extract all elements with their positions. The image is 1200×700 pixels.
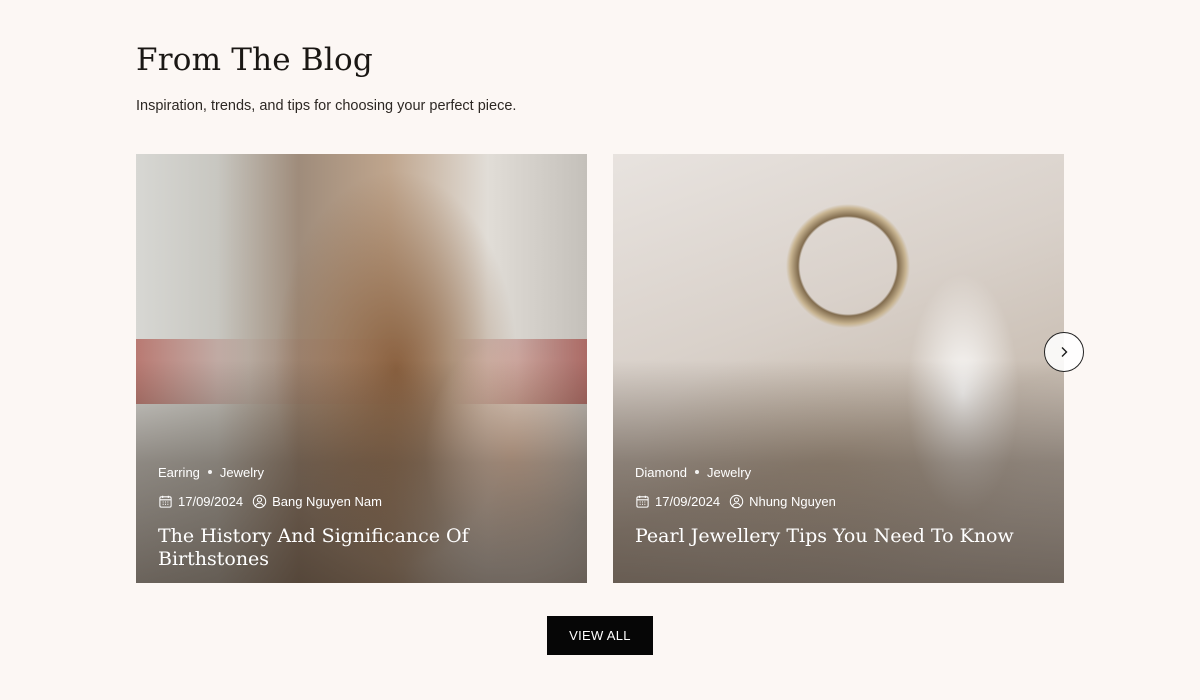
- blog-author: Nhung Nguyen: [729, 494, 836, 509]
- blog-card-title[interactable]: The History And Significance Of Birthsto…: [158, 525, 565, 571]
- blog-author: Bang Nguyen Nam: [252, 494, 382, 509]
- blog-date-text: 17/09/2024: [178, 493, 244, 509]
- section-title: From The Blog: [136, 42, 373, 78]
- blog-card-meta: 17/09/2024 Bang Nguyen Nam: [158, 492, 565, 510]
- blog-date: 17/09/2024: [158, 494, 243, 509]
- blog-tag[interactable]: Jewelry: [707, 465, 751, 480]
- tag-separator-dot: [695, 470, 700, 474]
- blog-card[interactable]: Earring Jewelry 17/09/2024 Bang Nguyen N…: [136, 154, 587, 583]
- tag-separator-dot: [207, 470, 212, 474]
- user-icon: [729, 494, 744, 509]
- blog-section: From The Blog Inspiration, trends, and t…: [0, 0, 1200, 700]
- blog-date: 17/09/2024: [635, 494, 720, 509]
- user-icon: [252, 494, 267, 509]
- carousel-next-button[interactable]: [1044, 332, 1084, 372]
- blog-author-name[interactable]: Bang Nguyen Nam: [272, 494, 382, 509]
- blog-date-text: 17/09/2024: [655, 493, 721, 509]
- blog-card-content: Earring Jewelry 17/09/2024 Bang Nguyen N…: [158, 464, 565, 571]
- blog-tag[interactable]: Diamond: [635, 465, 687, 480]
- chevron-right-icon: [1057, 345, 1071, 359]
- blog-tag[interactable]: Earring: [158, 465, 200, 480]
- blog-card-meta: 17/09/2024 Nhung Nguyen: [635, 492, 1042, 510]
- blog-card-title[interactable]: Pearl Jewellery Tips You Need To Know: [635, 525, 1042, 548]
- blog-tag[interactable]: Jewelry: [220, 465, 264, 480]
- blog-card-tags: Diamond Jewelry: [635, 464, 1042, 480]
- view-all-button[interactable]: VIEW ALL: [547, 616, 653, 655]
- blog-card[interactable]: Diamond Jewelry 17/09/2024 Nhung Nguyen …: [613, 154, 1064, 583]
- calendar-icon: [158, 494, 173, 509]
- blog-card-tags: Earring Jewelry: [158, 464, 565, 480]
- calendar-icon: [635, 494, 650, 509]
- section-subtitle: Inspiration, trends, and tips for choosi…: [136, 98, 517, 114]
- blog-card-content: Diamond Jewelry 17/09/2024 Nhung Nguyen …: [635, 464, 1042, 548]
- blog-author-name[interactable]: Nhung Nguyen: [749, 494, 836, 509]
